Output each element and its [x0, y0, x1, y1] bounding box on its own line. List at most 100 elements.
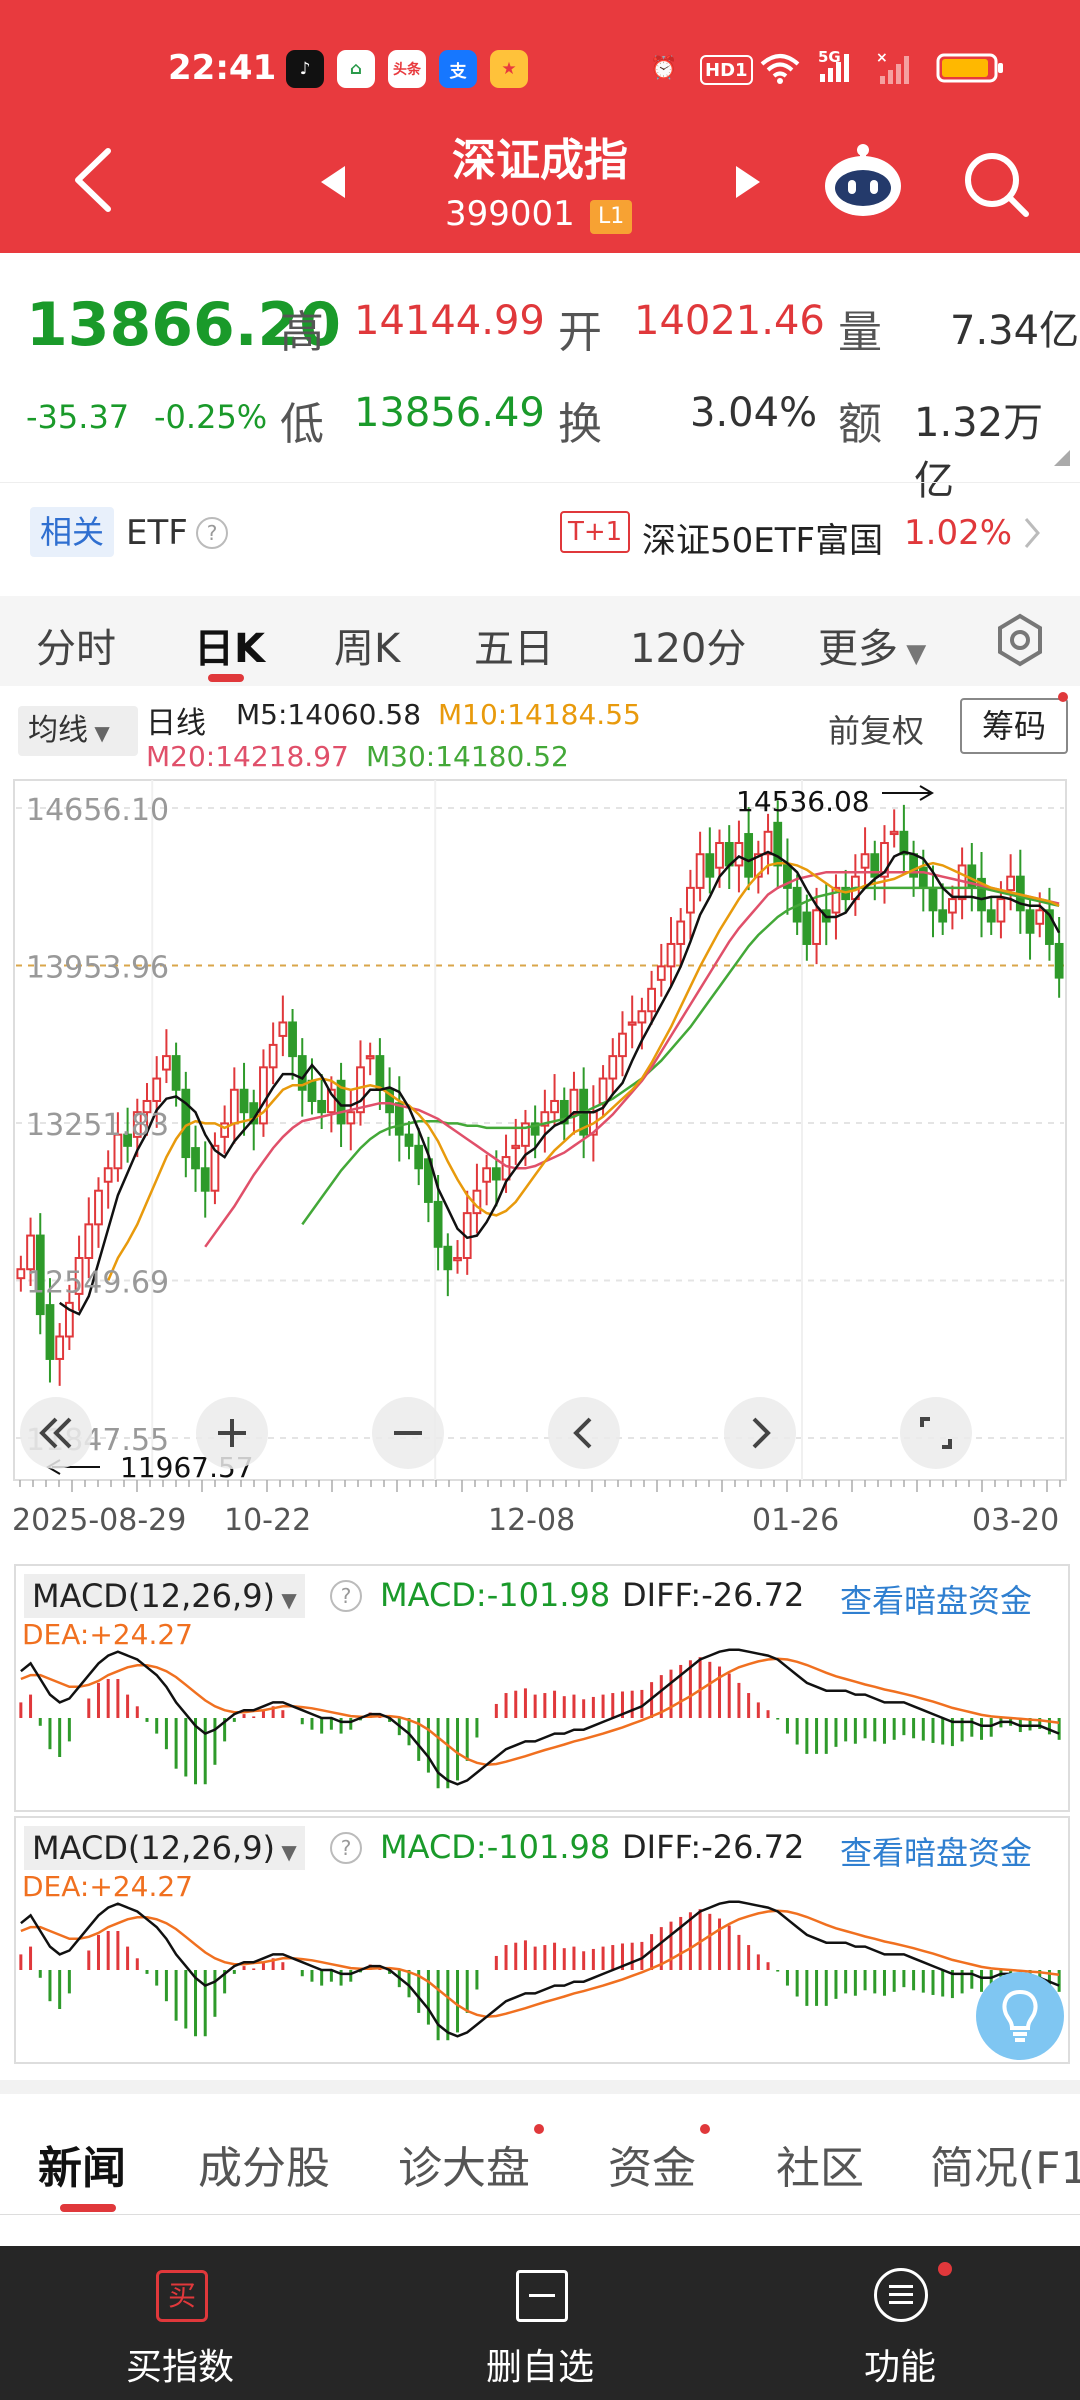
buy-index-label: 买指数 [125, 2347, 234, 2388]
candle-body [802, 911, 812, 945]
etf-bar[interactable]: 相关 ETF ? T+1 深证50ETF富国 1.02% [0, 482, 1080, 583]
tab-constituents[interactable]: 成分股 [198, 2132, 330, 2196]
candle-body [550, 1099, 559, 1114]
help-icon[interactable]: ? [330, 1580, 362, 1612]
etf-label: ETF [126, 513, 188, 553]
open-value: 14021.46 [634, 298, 825, 344]
candle-body [171, 1055, 181, 1091]
high-marker: 14536.08 [736, 785, 870, 818]
y-tick-label: 14656.10 [26, 793, 169, 828]
candle-body [404, 1133, 414, 1147]
help-icon[interactable]: ? [196, 517, 228, 549]
robot-assistant-icon[interactable] [820, 140, 906, 220]
adjust-mode[interactable]: 前复权 [828, 706, 924, 752]
macd-selector-2[interactable]: MACD(12,26,9) ▼ [24, 1826, 305, 1870]
macd-value-1: MACD:-101.98 [380, 1576, 611, 1614]
turnover-value: 3.04% [690, 390, 818, 436]
open-label: 开 [558, 307, 602, 358]
candle-body [491, 1167, 501, 1181]
candle-body [511, 1144, 521, 1150]
battery-icon [936, 50, 1006, 86]
buy-index-button[interactable]: 买 买指数 [0, 2246, 360, 2400]
x-tick-label: 12-08 [488, 1503, 575, 1538]
candle-body [501, 1156, 511, 1181]
scroll-left-icon[interactable] [20, 1397, 92, 1469]
chips-dot [1058, 692, 1068, 702]
index-code: 399001 [445, 194, 575, 234]
candle-body [152, 1077, 162, 1102]
help-icon[interactable]: ? [330, 1832, 362, 1864]
macd-selector-1[interactable]: MACD(12,26,9) ▼ [24, 1574, 305, 1618]
search-icon[interactable] [960, 148, 1032, 220]
candle-body [346, 1111, 356, 1125]
alipay-icon: 支 [439, 50, 477, 88]
functions-button[interactable]: 功能 [720, 2246, 1080, 2400]
fullscreen-icon[interactable] [900, 1397, 972, 1469]
signal-5g-icon: 5G [818, 48, 854, 84]
zoom-in-icon[interactable] [196, 1397, 268, 1469]
ma-selector-label: 均线 [28, 713, 88, 748]
expand-corner-icon[interactable] [1052, 448, 1072, 472]
candle-body [16, 1268, 26, 1280]
y-tick-label: 13953.96 [26, 951, 169, 986]
high-value: 14144.99 [354, 298, 545, 344]
ma10-value: M10:14184.55 [438, 698, 641, 731]
candle-body [918, 866, 928, 889]
candle-body [986, 909, 996, 923]
game-glyph: ★ [501, 59, 517, 79]
ma5-value: M5:14060.58 [236, 698, 422, 731]
macd-value-2: MACD:-101.98 [380, 1828, 611, 1866]
tab-active-indicator [208, 674, 244, 682]
candle-body [443, 1245, 453, 1271]
dark-pool-link-1[interactable]: 查看暗盘资金 [840, 1576, 1032, 1622]
tab-120min[interactable]: 120分 [630, 616, 746, 674]
dark-pool-link-2[interactable]: 查看暗盘资金 [840, 1828, 1032, 1874]
y-tick-label: 12549.69 [26, 1266, 169, 1301]
candle-body [191, 1147, 200, 1170]
zoom-out-icon[interactable] [372, 1397, 444, 1469]
ma20-value: M20:14218.97 [146, 740, 349, 773]
tab-daily-k[interactable]: 日K [194, 616, 265, 674]
tab-intraday[interactable]: 分时 [36, 616, 116, 674]
functions-dot [938, 2262, 952, 2276]
candle-body [744, 833, 754, 878]
tab-profile[interactable]: 简况(F10) [930, 2132, 1080, 2196]
candle-body [996, 898, 1006, 923]
candle-body [860, 853, 870, 869]
remove-watchlist-button[interactable]: 删自选 [360, 2246, 720, 2400]
next-icon[interactable] [724, 1397, 796, 1469]
tab-community[interactable]: 社区 [776, 2132, 864, 2196]
level-badge: L1 [590, 200, 633, 234]
diff-value-1: DIFF:-26.72 [622, 1576, 805, 1614]
next-index-icon[interactable] [730, 162, 766, 202]
prev-icon[interactable] [548, 1397, 620, 1469]
volume-value: 7.34亿 [950, 308, 1080, 354]
candle-body [45, 1304, 55, 1360]
candle-body [94, 1189, 103, 1226]
tab-funds[interactable]: 资金 [608, 2132, 696, 2196]
low-value: 13856.49 [354, 390, 545, 436]
tiktok-glyph: ♪ [299, 59, 311, 79]
buy-icon: 买 [156, 2270, 208, 2322]
caret-down-icon: ▼ [275, 1588, 297, 1612]
lightbulb-icon[interactable] [976, 1972, 1064, 2060]
candle-body [569, 1088, 579, 1116]
period-tabs: 分时 日K 周K 五日 120分 更多 ▼ [0, 596, 1080, 686]
ma-selector[interactable]: 均线 ▼ [18, 706, 138, 756]
settings-icon[interactable] [992, 612, 1048, 672]
candle-body [229, 1088, 239, 1125]
tab-five-day[interactable]: 五日 [474, 616, 554, 674]
candle-body [453, 1256, 462, 1262]
chips-button[interactable]: 筹码 [960, 698, 1068, 754]
alarm-icon: ⏰ [650, 55, 678, 81]
tab-market-diagnosis[interactable]: 诊大盘 [398, 2132, 530, 2196]
candle-body [1035, 909, 1045, 925]
tab-news[interactable]: 新闻 [38, 2132, 126, 2196]
tab-more[interactable]: 更多 ▼ [818, 616, 926, 674]
tab-weekly-k[interactable]: 周K [334, 616, 400, 674]
candle-body [375, 1055, 385, 1091]
candle-body [162, 1055, 171, 1071]
candle-body [928, 886, 938, 912]
macd-selector-1-label: MACD(12,26,9) [32, 1577, 276, 1615]
funds-dot [700, 2124, 710, 2134]
